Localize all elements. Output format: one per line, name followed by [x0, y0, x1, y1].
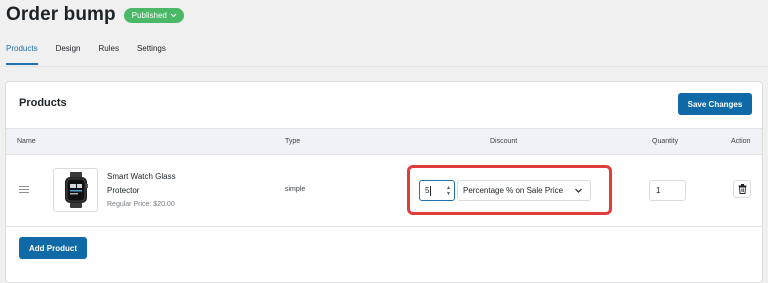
column-type: Type	[285, 138, 301, 145]
product-name: Smart Watch Glass Protector	[107, 172, 176, 195]
status-badge[interactable]: Published	[123, 7, 184, 23]
tab-settings[interactable]: Settings	[137, 44, 166, 65]
discount-type-value: Percentage % on Sale Price	[463, 186, 564, 195]
status-label: Published	[131, 10, 167, 20]
column-action: Action	[731, 138, 751, 145]
smartwatch-image	[64, 172, 88, 208]
card-title: Products	[19, 97, 67, 109]
tab-design[interactable]: Design	[56, 44, 81, 65]
tab-bar: Products Design Rules Settings	[6, 44, 184, 65]
chevron-down-icon	[575, 188, 582, 193]
product-price: Regular Price: $20.00	[107, 201, 175, 208]
add-product-button[interactable]: Add Product	[19, 237, 87, 259]
discount-value-input[interactable]: 5 ▲ ▼	[419, 180, 455, 201]
quantity-value: 1	[656, 186, 661, 195]
tab-rules[interactable]: Rules	[98, 44, 118, 65]
chevron-down-icon	[170, 13, 177, 17]
tabs-divider	[0, 66, 768, 67]
discount-type-select[interactable]: Percentage % on Sale Price	[457, 180, 591, 201]
tab-products[interactable]: Products	[6, 44, 38, 65]
trash-icon	[738, 184, 746, 194]
column-discount: Discount	[490, 138, 518, 145]
column-name: Name	[17, 138, 36, 145]
page-header: Order bump Published	[6, 4, 184, 26]
column-quantity: Quantity	[652, 138, 679, 145]
discount-value: 5	[425, 186, 430, 195]
product-type: simple	[285, 186, 306, 193]
quantity-input[interactable]: 1	[649, 180, 686, 201]
products-card: Products Save Changes Name Type Discount…	[5, 81, 763, 283]
drag-handle-icon[interactable]	[19, 186, 29, 195]
delete-button[interactable]	[733, 180, 751, 198]
table-row: Smart Watch Glass Protector Regular Pric…	[6, 155, 762, 227]
page-title: Order bump	[6, 4, 116, 25]
save-changes-button[interactable]: Save Changes	[678, 93, 752, 115]
spinner-icon[interactable]: ▲ ▼	[446, 185, 451, 197]
product-thumbnail	[53, 168, 98, 212]
table-header: Name Type Discount Quantity Action	[6, 128, 762, 155]
